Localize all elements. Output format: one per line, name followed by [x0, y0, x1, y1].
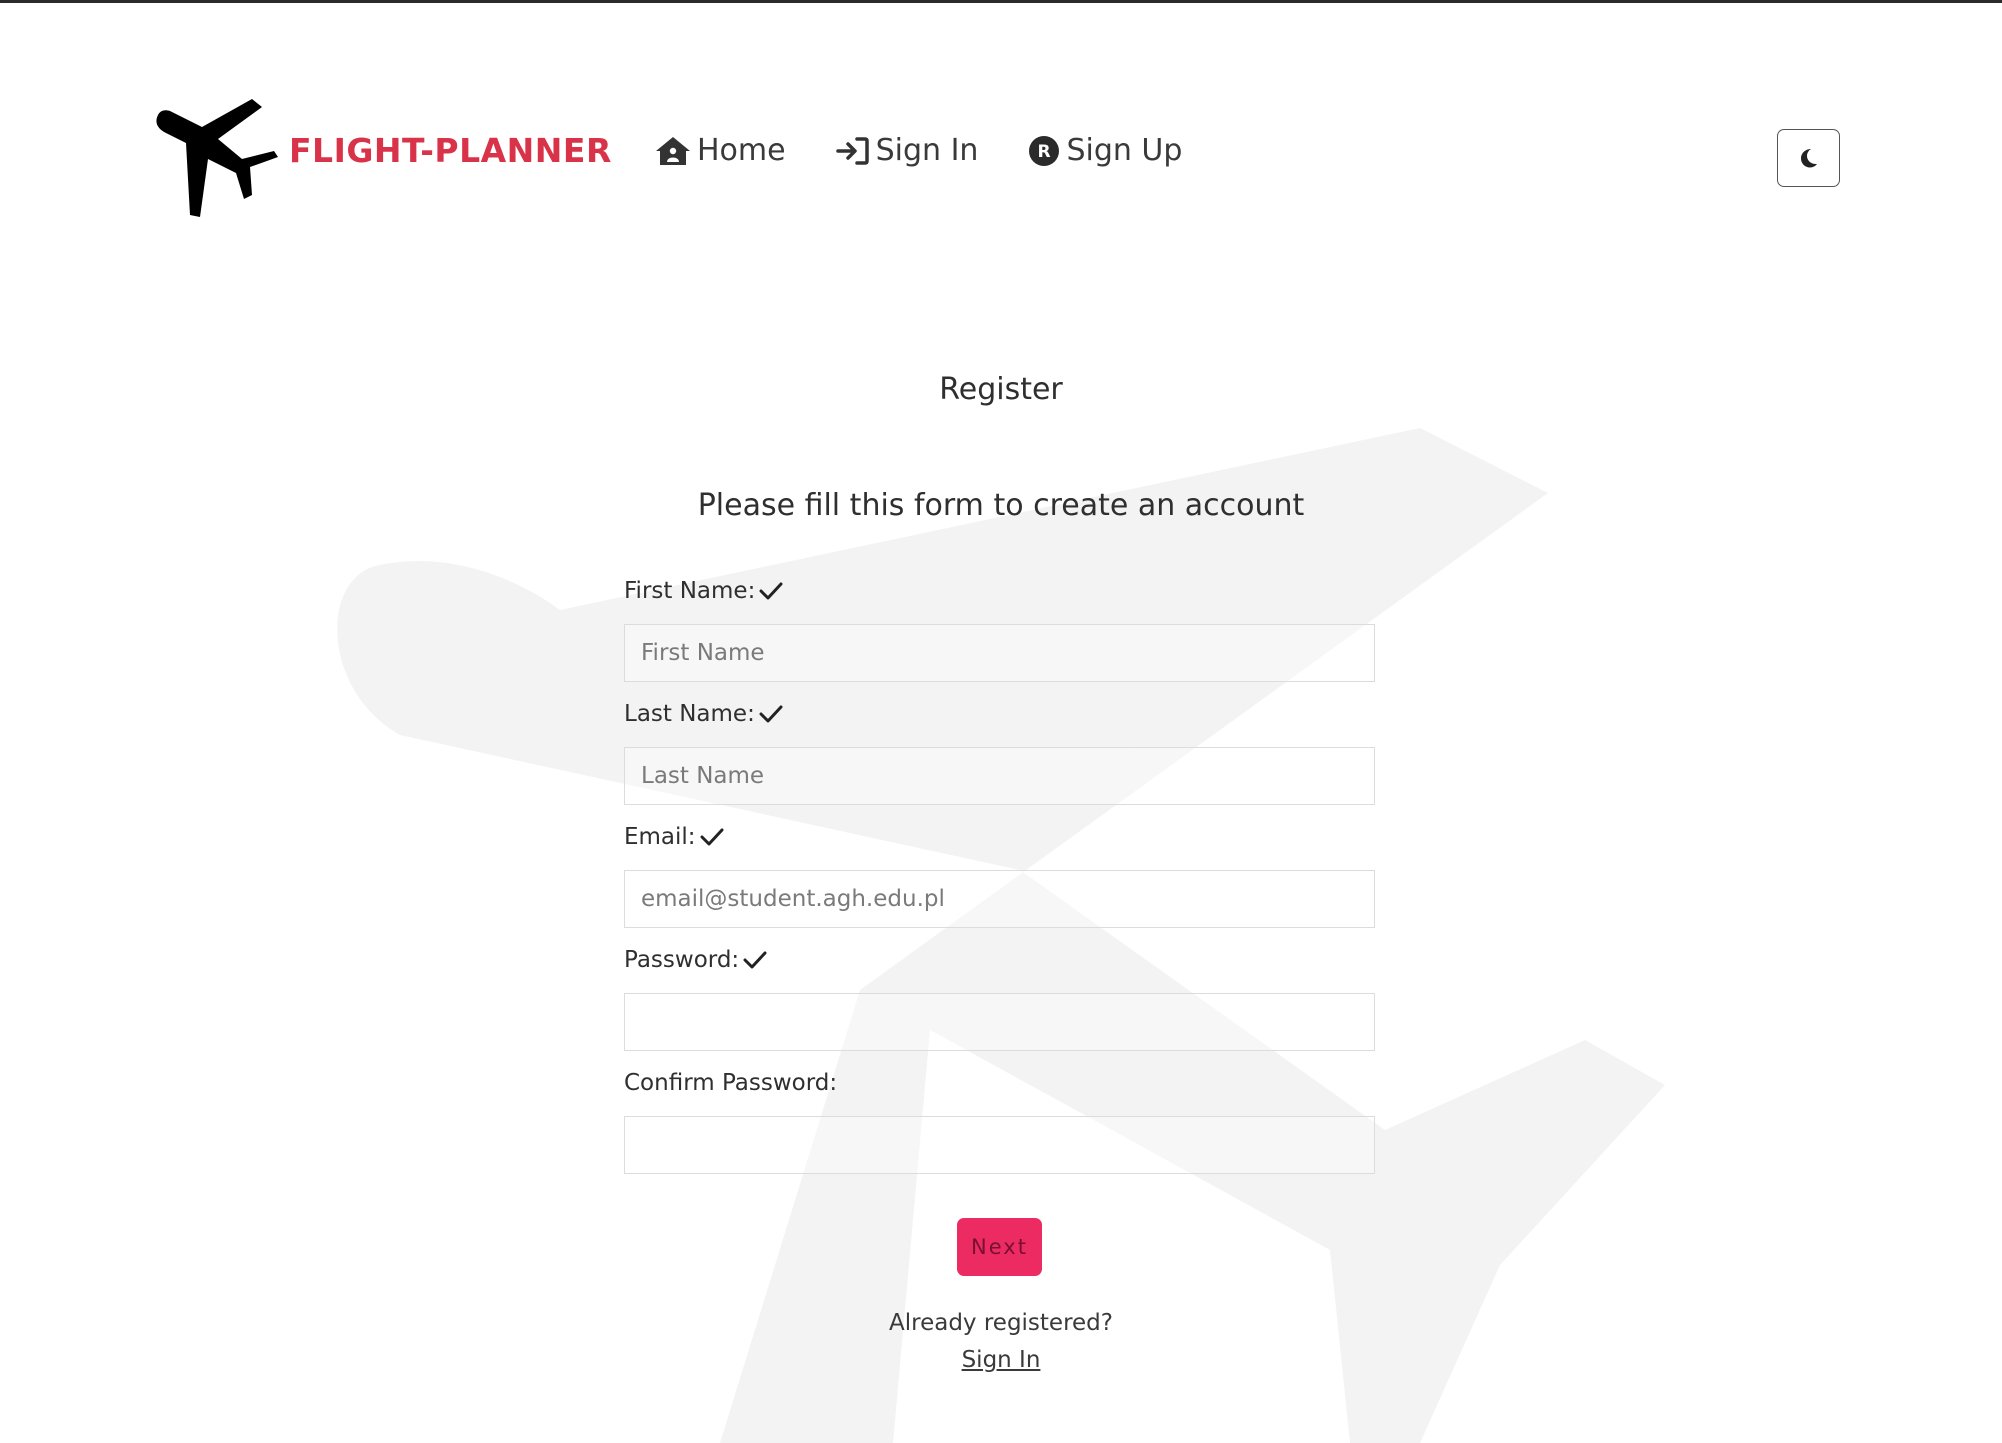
- password-label: Password:: [624, 947, 767, 973]
- first-name-label-text: First Name:: [624, 578, 756, 604]
- moon-icon: [1800, 149, 1817, 168]
- last-name-label-text: Last Name:: [624, 701, 755, 727]
- confirm-password-label: Confirm Password:: [624, 1070, 837, 1096]
- email-input[interactable]: [624, 870, 1375, 928]
- confirm-password-label-text: Confirm Password:: [624, 1070, 838, 1096]
- checkmark-icon: [700, 828, 724, 846]
- checkmark-icon: [759, 705, 783, 723]
- registered-icon: R: [1029, 135, 1060, 166]
- password-label-text: Password:: [624, 947, 740, 973]
- last-name-input[interactable]: [624, 747, 1375, 805]
- confirm-password-input[interactable]: [624, 1116, 1375, 1174]
- nav-sign-up[interactable]: R Sign Up: [1028, 133, 1182, 168]
- last-name-label: Last Name:: [624, 701, 783, 727]
- brand-name: FLIGHT-PLANNER: [289, 131, 612, 170]
- form-subtitle: Please fill this form to create an accou…: [697, 488, 1305, 523]
- nav-home-label: Home: [697, 133, 786, 168]
- already-registered-text: Already registered?: [889, 1310, 1113, 1336]
- brand[interactable]: FLIGHT-PLANNER: [150, 95, 611, 220]
- email-label-text: Email:: [624, 824, 696, 850]
- email-label: Email:: [624, 824, 724, 850]
- checkmark-icon: [743, 951, 767, 969]
- first-name-input[interactable]: [624, 624, 1375, 682]
- nav-home[interactable]: Home: [655, 133, 786, 168]
- password-input[interactable]: [624, 993, 1375, 1051]
- next-button[interactable]: Next: [957, 1218, 1042, 1276]
- nav-sign-in[interactable]: Sign In: [835, 133, 979, 168]
- airplane-icon: [156, 99, 278, 217]
- sign-in-icon: [835, 136, 869, 165]
- home-icon: [656, 136, 690, 165]
- navbar: FLIGHT-PLANNER Home Sign In R Sign Up: [150, 95, 1845, 220]
- nav-menu: Home Sign In R Sign Up: [655, 133, 1232, 168]
- sign-in-link[interactable]: Sign In: [0, 1347, 2002, 1373]
- first-name-label: First Name:: [624, 578, 783, 604]
- svg-text:R: R: [1038, 142, 1051, 162]
- page-title: Register: [939, 372, 1063, 407]
- checkmark-icon: [759, 582, 783, 600]
- nav-sign-up-label: Sign Up: [1066, 133, 1183, 168]
- nav-sign-in-label: Sign In: [875, 133, 979, 168]
- theme-toggle-button[interactable]: [1777, 129, 1840, 187]
